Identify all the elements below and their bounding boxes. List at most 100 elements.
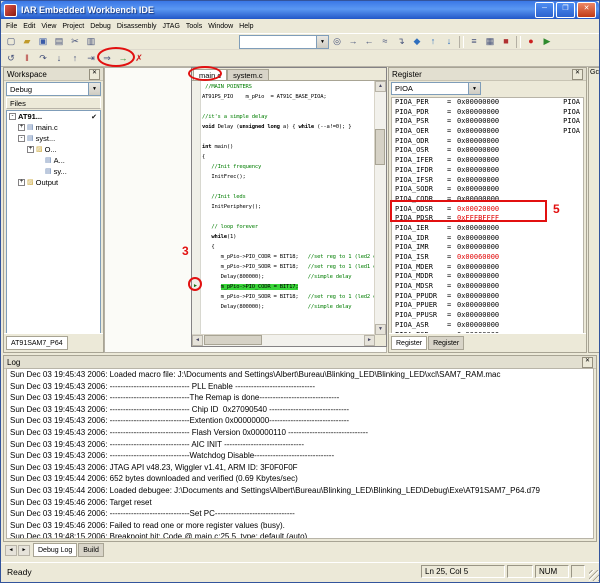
step-into-button[interactable]: ↓ (51, 51, 67, 65)
vscroll-thumb[interactable] (375, 129, 385, 165)
register-row-pioa-ifsr[interactable]: PIOA_IFSR=0x00000000 (392, 176, 583, 186)
menu-disassembly[interactable]: Disassembly (114, 23, 160, 30)
close-button[interactable]: ✕ (577, 2, 596, 18)
register-row-pioa-pdr[interactable]: PIOA_PDR=0x00000000PIOA (392, 108, 583, 118)
tab-build[interactable]: Build (78, 543, 104, 557)
toggle-bookmark-button[interactable]: ◆ (409, 35, 425, 49)
register-row-pioa-idr[interactable]: PIOA_IDR=0x00000000 (392, 234, 583, 244)
compile-button[interactable]: ≡ (466, 35, 482, 49)
register-row-pioa-ifdr[interactable]: PIOA_IFDR=0x00000000 (392, 166, 583, 176)
menu-help[interactable]: Help (236, 23, 256, 30)
workspace-tab[interactable]: AT91SAM7_P64 (6, 336, 68, 350)
step-over-button[interactable]: ↷ (35, 51, 51, 65)
tab-scroll-right-icon[interactable]: ► (18, 545, 30, 556)
replace-button[interactable]: ≈ (377, 35, 393, 49)
tab-register-1[interactable]: Register (391, 336, 427, 350)
tree-item-sy[interactable]: ▤sy... (7, 166, 100, 177)
register-row-pioa-odsr[interactable]: PIOA_ODSR=0x00020000 (392, 205, 583, 215)
make-button[interactable]: ▦ (482, 35, 498, 49)
download-and-debug-button[interactable]: ▶ (539, 35, 555, 49)
tree-item-main-c[interactable]: +▤main.c (7, 122, 100, 133)
register-row-pioa-imr[interactable]: PIOA_IMR=0x00000000 (392, 243, 583, 253)
break-button[interactable]: ‖ (19, 51, 35, 65)
scroll-up-icon[interactable]: ▲ (375, 81, 386, 92)
minimize-button[interactable]: ─ (535, 2, 554, 18)
register-row-pioa-ppuer[interactable]: PIOA_PPUER=0x00000000 (392, 301, 583, 311)
register-row-pioa-mdsr[interactable]: PIOA_MDSR=0x00000000 (392, 282, 583, 292)
register-row-pioa-mder[interactable]: PIOA_MDER=0x00000000 (392, 263, 583, 273)
reset-button[interactable]: ↺ (3, 51, 19, 65)
stop-debugging-button[interactable]: ✗ (131, 51, 147, 65)
editor-margin[interactable]: ► (192, 81, 201, 335)
tab-debug-log[interactable]: Debug Log (33, 543, 77, 557)
find-next-button[interactable]: → (345, 35, 361, 49)
chevron-down-icon[interactable]: ▼ (316, 36, 328, 48)
workspace-close-icon[interactable]: ✕ (89, 69, 100, 80)
stop-build-button[interactable]: ■ (498, 35, 514, 49)
goto-line-button[interactable]: ↴ (393, 35, 409, 49)
find-button[interactable]: ◎ (329, 35, 345, 49)
tab-scroll-left-icon[interactable]: ◄ (5, 545, 17, 556)
menu-tools[interactable]: Tools (183, 23, 205, 30)
hscroll-thumb[interactable] (204, 335, 262, 345)
find-previous-button[interactable]: ← (361, 35, 377, 49)
menu-file[interactable]: File (3, 23, 20, 30)
register-row-pioa-odr[interactable]: PIOA_ODR=0x00000000 (392, 137, 583, 147)
maximize-button[interactable]: ❐ (556, 2, 575, 18)
register-row-pioa-ier[interactable]: PIOA_IER=0x00000000 (392, 224, 583, 234)
register-row-pioa-per[interactable]: PIOA_PER=0x00000000PIOA (392, 98, 583, 108)
menu-debug[interactable]: Debug (87, 23, 114, 30)
register-row-pioa-codr[interactable]: PIOA_CODR=0x00000000 (392, 195, 583, 205)
scroll-down-icon[interactable]: ▼ (375, 324, 386, 335)
menu-project[interactable]: Project (59, 23, 87, 30)
expand-icon[interactable]: + (18, 179, 25, 186)
collapse-icon[interactable]: - (18, 135, 25, 142)
editor-code[interactable]: //MAIN POINTERSAT91PS_PIO m_pPio = AT91C… (202, 82, 375, 335)
toggle-breakpoint-button[interactable]: ● (523, 35, 539, 49)
menu-edit[interactable]: Edit (20, 23, 38, 30)
scroll-left-icon[interactable]: ◄ (192, 335, 203, 346)
register-row-pioa-mddr[interactable]: PIOA_MDDR=0x00000000 (392, 272, 583, 282)
tab-main-c[interactable]: main.c (193, 69, 227, 80)
register-row-pioa-ppudr[interactable]: PIOA_PPUDR=0x00000000 (392, 292, 583, 302)
expand-icon[interactable]: + (27, 146, 34, 153)
register-row-pioa-sodr[interactable]: PIOA_SODR=0x00000000 (392, 185, 583, 195)
menu-jtag[interactable]: JTAG (160, 23, 183, 30)
new-file-button[interactable]: ▢ (3, 35, 19, 49)
editor-vscrollbar[interactable]: ▲ ▼ (374, 81, 386, 335)
expand-icon[interactable]: + (18, 124, 25, 131)
log-messages[interactable]: Sun Dec 03 19:45:43 2006: Loaded macro f… (6, 368, 594, 539)
menu-view[interactable]: View (38, 23, 59, 30)
run-to-cursor-button[interactable]: ⇒ (99, 51, 115, 65)
chevron-down-icon[interactable]: ▼ (88, 83, 100, 95)
print-button[interactable]: ▤ (51, 35, 67, 49)
menu-window[interactable]: Window (205, 23, 236, 30)
register-row-pioa-ppusr[interactable]: PIOA_PPUSR=0x00000000 (392, 311, 583, 321)
register-row-pioa-osr[interactable]: PIOA_OSR=0x00000000 (392, 146, 583, 156)
next-statement-button[interactable]: ⇥ (83, 51, 99, 65)
register-row-pioa-ifer[interactable]: PIOA_IFER=0x00000000 (392, 156, 583, 166)
register-group-dropdown[interactable]: PIOA ▼ (391, 82, 481, 95)
tree-item-a[interactable]: ▤A... (7, 155, 100, 166)
log-close-icon[interactable]: ✕ (582, 357, 593, 368)
previous-bookmark-button[interactable]: ↑ (425, 35, 441, 49)
scroll-right-icon[interactable]: ► (364, 335, 375, 346)
tree-item-o[interactable]: +▨O... (7, 144, 100, 155)
resize-grip[interactable] (589, 570, 600, 581)
tab-register-2[interactable]: Register (428, 336, 464, 350)
tree-item-syst[interactable]: -▤syst... (7, 133, 100, 144)
tree-item-output[interactable]: +▨Output (7, 177, 100, 188)
step-out-button[interactable]: ↑ (67, 51, 83, 65)
config-dropdown[interactable]: Debug ▼ (6, 82, 101, 96)
save-file-button[interactable]: ▣ (35, 35, 51, 49)
register-row-pioa-pdsr[interactable]: PIOA_PDSR=0xFFFBFFFF (392, 214, 583, 224)
copy-button[interactable]: ▥ (83, 35, 99, 49)
next-bookmark-button[interactable]: ↓ (441, 35, 457, 49)
find-combobox[interactable]: ▼ (239, 35, 329, 49)
go-button[interactable]: → (115, 51, 131, 65)
open-file-button[interactable]: ▰ (19, 35, 35, 49)
chevron-down-icon[interactable]: ▼ (468, 83, 480, 94)
register-row-pioa-isr[interactable]: PIOA_ISR=0x00060000 (392, 253, 583, 263)
collapse-icon[interactable]: - (9, 113, 16, 120)
tab-system-c[interactable]: system.c (227, 69, 269, 80)
